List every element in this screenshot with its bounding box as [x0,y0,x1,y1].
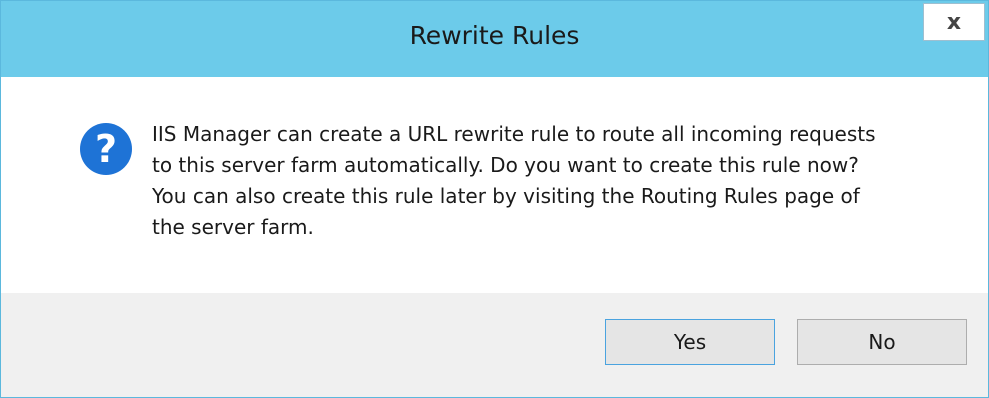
title-bar[interactable]: Rewrite Rules x [1,1,988,77]
message-text: IIS Manager can create a URL rewrite rul… [152,119,942,243]
dialog-title: Rewrite Rules [409,21,580,50]
question-icon-glyph: ? [94,127,118,171]
message-area: ? IIS Manager can create a URL rewrite r… [1,77,988,293]
message-line: You can also create this rule later by v… [152,184,860,208]
yes-button[interactable]: Yes [605,319,775,365]
dialog-window: Rewrite Rules x ? IIS Manager can create… [0,0,989,398]
message-line: IIS Manager can create a URL rewrite rul… [152,122,876,146]
message-line: the server farm. [152,215,314,239]
question-icon: ? [80,123,132,175]
no-button[interactable]: No [797,319,967,365]
close-button[interactable]: x [923,3,985,41]
close-icon: x [946,9,962,35]
button-bar: Yes No [1,293,988,397]
message-line: to this server farm automatically. Do yo… [152,153,859,177]
